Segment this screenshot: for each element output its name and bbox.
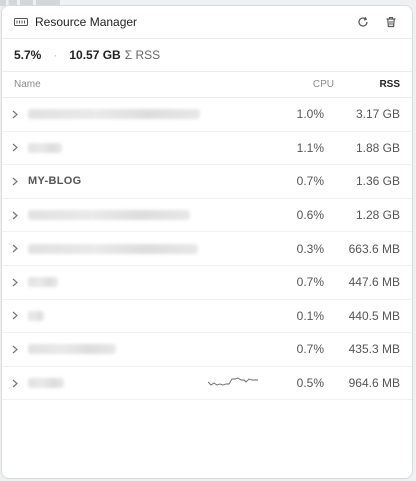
process-name <box>28 232 284 265</box>
summary-bar: 5.7% · 10.57 GB Σ RSS <box>2 39 412 72</box>
process-name <box>28 98 284 131</box>
process-name <box>28 266 284 299</box>
process-rss: 447.6 MB <box>348 275 400 290</box>
process-rss: 3.17 GB <box>355 107 400 122</box>
process-cpu: 0.1% <box>296 308 324 323</box>
refresh-button[interactable] <box>354 13 372 31</box>
redacted-name <box>28 210 190 221</box>
chevron-right-icon[interactable] <box>12 278 22 287</box>
process-cpu: 0.7% <box>296 174 324 189</box>
process-cpu: 0.7% <box>296 275 324 290</box>
process-cpu: 1.0% <box>296 107 324 122</box>
process-label: MY-BLOG <box>28 175 82 188</box>
process-list: 1.0% 3.17 GB 1.1% 1.88 GB MY-BLOG 0.7% 1… <box>2 98 412 401</box>
chevron-right-icon[interactable] <box>12 379 22 388</box>
process-rss: 663.6 MB <box>348 241 400 256</box>
resource-manager-panel: Resource Manager 5.7% · 10.57 GB Σ RSS N… <box>1 5 413 479</box>
trash-icon <box>386 16 396 28</box>
process-cpu: 0.7% <box>296 342 324 357</box>
process-name <box>28 300 284 333</box>
refresh-icon <box>358 16 368 27</box>
redacted-name <box>28 310 44 321</box>
table-row[interactable]: 0.5% 964.6 MB <box>2 367 412 401</box>
process-rss: 440.5 MB <box>348 308 400 323</box>
table-row[interactable]: 0.7% 435.3 MB <box>2 333 412 367</box>
table-row[interactable]: 0.1% 440.5 MB <box>2 300 412 334</box>
panel-title: Resource Manager <box>35 15 138 29</box>
column-rss[interactable]: RSS <box>360 79 400 90</box>
table-row[interactable]: 1.1% 1.88 GB <box>2 132 412 166</box>
chevron-right-icon[interactable] <box>12 244 22 253</box>
column-name[interactable]: Name <box>14 79 294 90</box>
process-rss: 1.36 GB <box>355 174 400 189</box>
process-rss: 964.6 MB <box>348 376 400 391</box>
chevron-right-icon[interactable] <box>12 143 22 152</box>
process-cpu: 1.1% <box>296 140 324 155</box>
redacted-name <box>28 243 198 254</box>
process-rss: 1.88 GB <box>355 140 400 155</box>
delete-button[interactable] <box>382 13 400 31</box>
chevron-right-icon[interactable] <box>12 177 22 186</box>
column-header-row: Name CPU RSS <box>2 72 412 98</box>
redacted-name <box>28 109 200 120</box>
summary-separator: · <box>53 48 58 62</box>
redacted-name <box>28 277 58 288</box>
process-name: MY-BLOG <box>28 165 284 198</box>
table-row[interactable]: 0.7% 447.6 MB <box>2 266 412 300</box>
rss-total-suffix: Σ RSS <box>124 48 161 62</box>
table-row[interactable]: 0.6% 1.28 GB <box>2 199 412 233</box>
table-row[interactable]: 1.0% 3.17 GB <box>2 98 412 132</box>
column-cpu[interactable]: CPU <box>294 79 334 90</box>
process-name <box>28 132 284 165</box>
redacted-name <box>28 142 62 153</box>
panel-header: Resource Manager <box>2 6 412 39</box>
redacted-name <box>28 344 116 355</box>
chevron-right-icon[interactable] <box>12 211 22 220</box>
process-name <box>28 199 284 232</box>
table-row[interactable]: 0.3% 663.6 MB <box>2 232 412 266</box>
memory-chip-icon <box>14 17 28 27</box>
chevron-right-icon[interactable] <box>12 110 22 119</box>
table-row[interactable]: MY-BLOG 0.7% 1.36 GB <box>2 165 412 199</box>
process-rss: 1.28 GB <box>355 208 400 223</box>
cpu-sparkline <box>208 377 258 386</box>
rss-total: 10.57 GB <box>69 48 121 62</box>
process-cpu: 0.6% <box>296 208 324 223</box>
process-cpu: 0.3% <box>296 241 324 256</box>
process-cpu: 0.5% <box>296 376 324 391</box>
chevron-right-icon[interactable] <box>12 311 22 320</box>
process-rss: 435.3 MB <box>348 342 400 357</box>
chevron-right-icon[interactable] <box>12 345 22 354</box>
redacted-name <box>28 378 64 389</box>
cpu-total: 5.7% <box>14 48 42 62</box>
process-name <box>28 333 284 366</box>
